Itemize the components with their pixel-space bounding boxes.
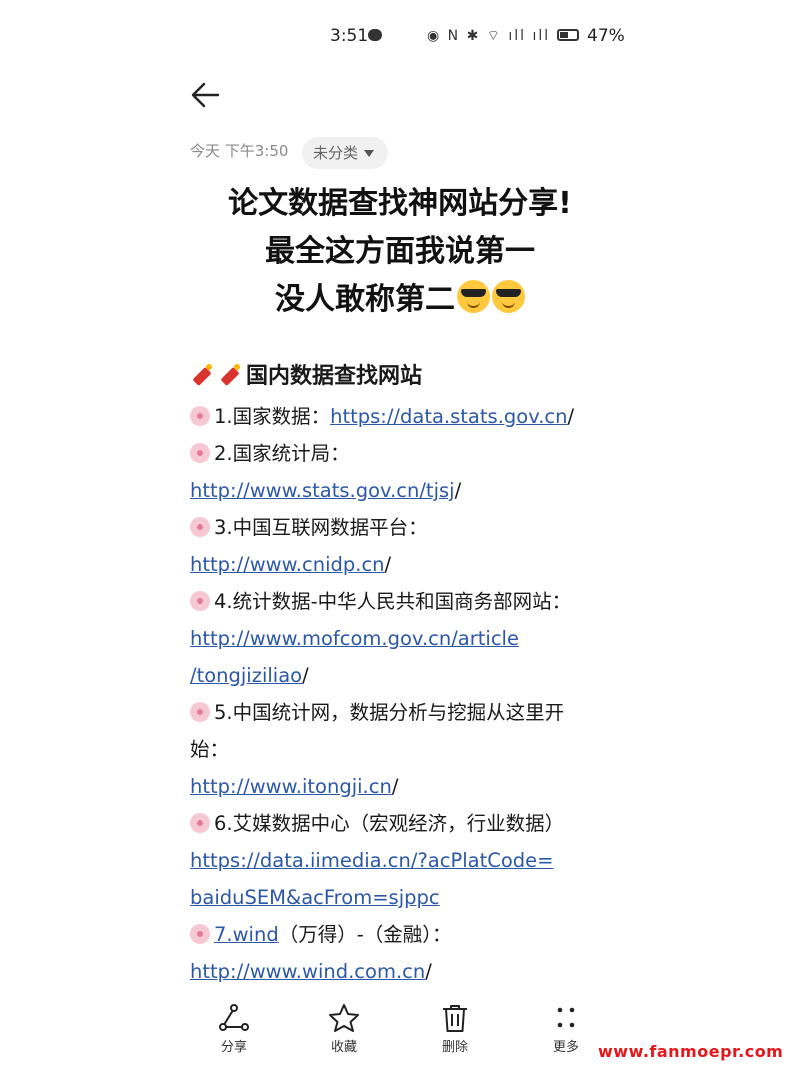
- trash-icon: [443, 1005, 467, 1032]
- list-item: /tongjiziliao/: [190, 657, 620, 694]
- firecracker-icon: [190, 364, 212, 387]
- cherry-blossom-icon: [190, 702, 210, 722]
- item-suffix: /: [454, 479, 462, 502]
- title-line-text: 没人敢称第二: [275, 282, 455, 317]
- note-body: 国内数据查找网站 1.国家数据：https://data.stats.gov.c…: [190, 356, 620, 990]
- star-icon: [329, 1004, 359, 1032]
- sunglasses-emoji-icon: [492, 280, 525, 313]
- firecracker-icon: [218, 364, 240, 387]
- note-date: 今天 下午3:50: [190, 142, 289, 160]
- favorite-label: 收藏: [330, 1040, 357, 1055]
- cherry-blossom-icon: [190, 813, 210, 833]
- item-suffix: （万得）-（金融）：: [278, 923, 452, 946]
- item-label: 5.中国统计网，数据分析与挖掘从这里开: [214, 701, 565, 724]
- message-icon: [368, 29, 382, 41]
- back-button[interactable]: [188, 80, 224, 110]
- list-item: 始：: [190, 731, 620, 768]
- item-label: 1.国家数据：: [214, 405, 331, 428]
- status-time: 3:51: [330, 26, 369, 46]
- share-icon: [219, 1004, 249, 1031]
- item-link[interactable]: http://www.cnidp.cn: [190, 553, 385, 576]
- caret-down-icon: [364, 150, 375, 157]
- delete-label: 删除: [441, 1040, 468, 1055]
- battery-icon: [557, 29, 579, 41]
- back-arrow-icon: [191, 82, 220, 108]
- list-item: baiduSEM&acFrom=sjppc: [190, 879, 620, 916]
- item-suffix: /: [425, 960, 432, 983]
- watermark: www.fanmoepr.com: [598, 1042, 784, 1061]
- item-label: 6.艾媒数据中心（宏观经济，行业数据）: [214, 812, 565, 835]
- list-item: 2.国家统计局：: [190, 435, 620, 472]
- list-item: 5.中国统计网，数据分析与挖掘从这里开: [190, 694, 620, 731]
- list-item: http://www.itongji.cn/: [190, 768, 620, 805]
- list-item: 4.统计数据-中华人民共和国商务部网站：: [190, 583, 620, 620]
- category-dropdown[interactable]: 未分类: [302, 137, 389, 169]
- list-item: https://data.iimedia.cn/?acPlatCode=: [190, 842, 620, 879]
- item-link[interactable]: http://www.stats.gov.cn/tjsj: [190, 479, 455, 502]
- item-link[interactable]: baiduSEM&acFrom=sjppc: [190, 886, 440, 909]
- title-line-3: 没人敢称第二: [190, 276, 610, 324]
- list-item: http://www.wind.com.cn/: [190, 953, 620, 990]
- item-label: 2.国家统计局：: [214, 442, 350, 465]
- note-title: 论文数据查找神网站分享! 最全这方面我说第一 没人敢称第二: [190, 180, 610, 324]
- item-label: 3.中国互联网数据平台：: [214, 516, 428, 539]
- cherry-blossom-icon: [190, 406, 210, 426]
- more-label: 更多: [552, 1040, 579, 1055]
- item-label: 4.统计数据-中华人民共和国商务部网站：: [214, 590, 572, 613]
- share-label: 分享: [220, 1040, 247, 1055]
- item-suffix: /: [567, 405, 575, 428]
- battery-percent: 47%: [587, 26, 625, 46]
- item-link[interactable]: http://www.itongji.cn: [190, 775, 392, 798]
- list-item: http://www.stats.gov.cn/tjsj/: [190, 472, 620, 509]
- section-heading: 国内数据查找网站: [190, 356, 620, 398]
- cherry-blossom-icon: [190, 443, 210, 463]
- share-button[interactable]: 分享: [204, 1003, 264, 1055]
- item-link[interactable]: https://data.iimedia.cn/?acPlatCode=: [190, 849, 554, 872]
- item-label: 始：: [190, 738, 230, 761]
- title-line: 论文数据查找神网站分享!: [228, 186, 572, 221]
- more-dots-icon: [557, 1007, 575, 1028]
- title-line: 最全这方面我说第一: [265, 234, 535, 269]
- list-item: 7.wind（万得）-（金融）：: [190, 916, 620, 953]
- cherry-blossom-icon: [190, 591, 210, 611]
- cherry-blossom-icon: [190, 517, 210, 537]
- sunglasses-emoji-icon: [457, 280, 490, 313]
- status-bar: 3:51 ◉ N ✱ ⌔ ıll ıll 47%: [0, 22, 800, 50]
- item-link[interactable]: /tongjiziliao: [190, 664, 302, 687]
- item-link[interactable]: 7.wind: [214, 923, 279, 946]
- item-link[interactable]: https://data.stats.gov.cn: [330, 405, 567, 428]
- list-item: 6.艾媒数据中心（宏观经济，行业数据）: [190, 805, 620, 842]
- item-suffix: /: [302, 664, 309, 687]
- list-item: http://www.cnidp.cn/: [190, 546, 620, 583]
- list-item: 1.国家数据：https://data.stats.gov.cn/: [190, 398, 620, 435]
- delete-button[interactable]: 删除: [425, 1003, 485, 1055]
- section-heading-text: 国内数据查找网站: [246, 364, 423, 389]
- list-item: http://www.mofcom.gov.cn/article: [190, 620, 620, 657]
- cherry-blossom-icon: [190, 924, 210, 944]
- more-button[interactable]: 更多: [536, 1003, 596, 1055]
- list-item: 3.中国互联网数据平台：: [190, 509, 620, 546]
- item-suffix: /: [391, 775, 399, 798]
- status-icons: ◉ N ✱ ⌔ ıll ıll: [427, 28, 551, 44]
- item-link[interactable]: http://www.mofcom.gov.cn/article: [190, 627, 519, 650]
- category-label: 未分类: [313, 144, 359, 162]
- item-link[interactable]: http://www.wind.com.cn: [190, 960, 425, 983]
- item-suffix: /: [384, 553, 392, 576]
- favorite-button[interactable]: 收藏: [314, 1003, 374, 1055]
